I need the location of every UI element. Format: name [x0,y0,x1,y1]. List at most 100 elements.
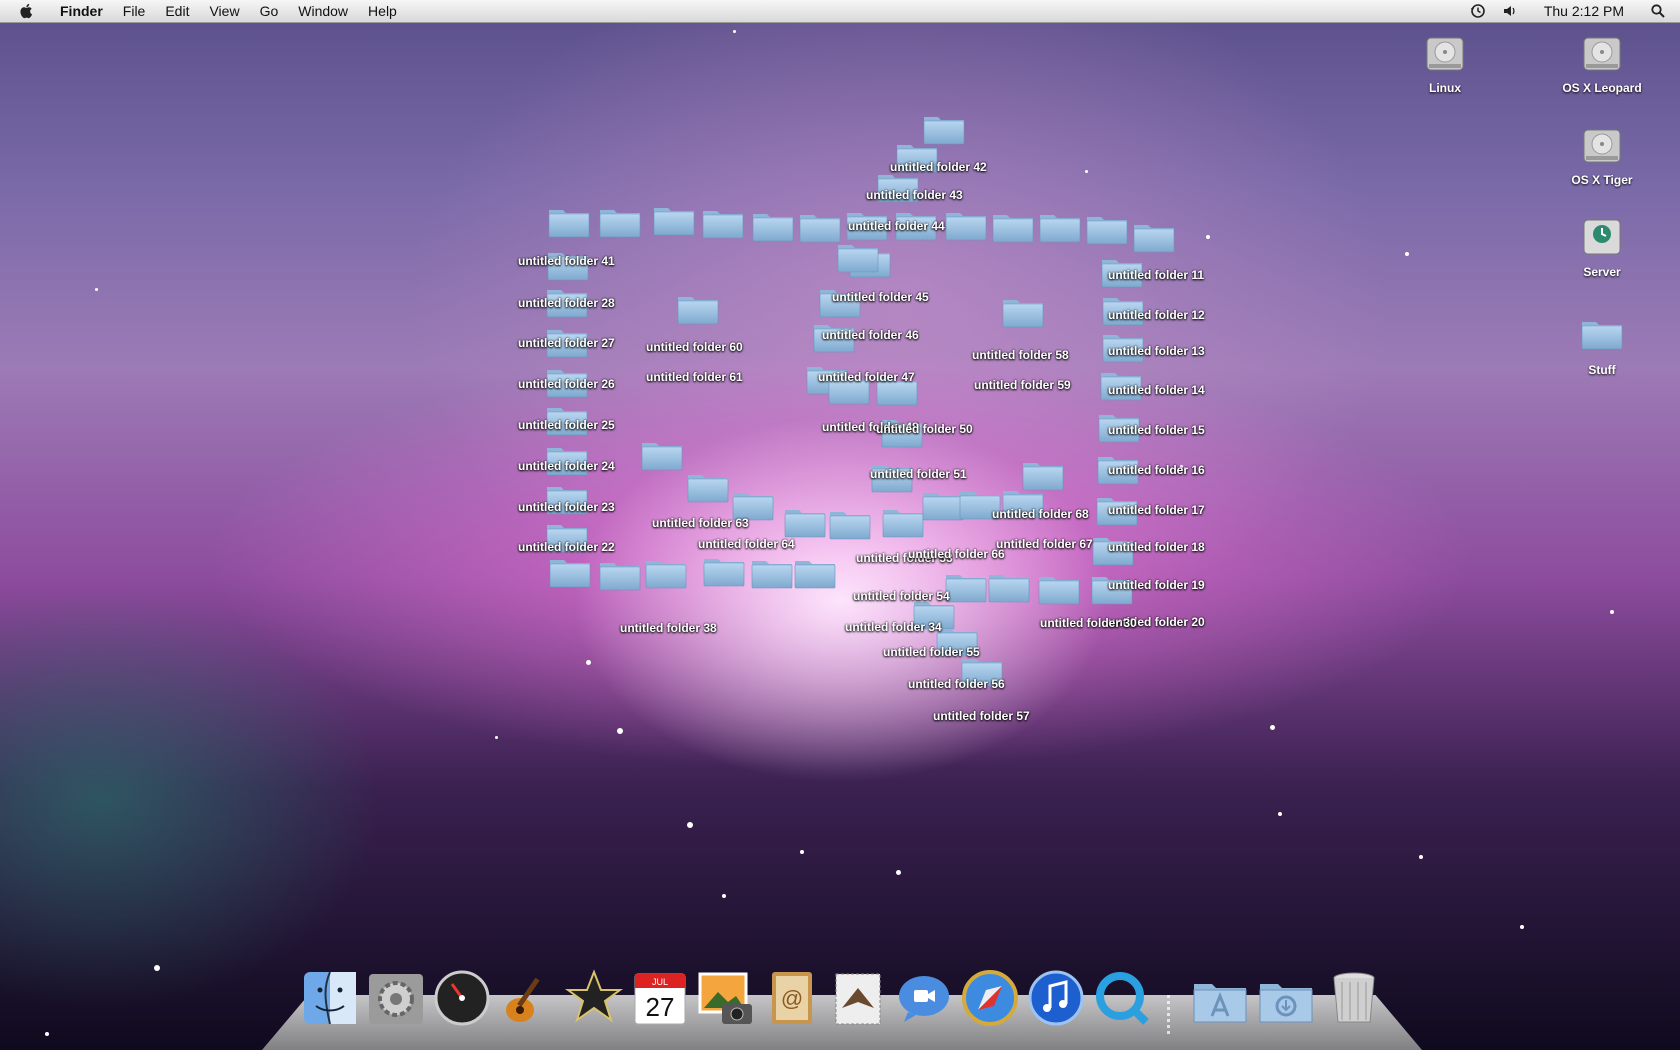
menu-view[interactable]: View [199,3,249,19]
folder-label: untitled folder 41 [518,254,615,268]
folder-label: untitled folder 44 [848,219,945,233]
folder-label: untitled folder 63 [652,516,749,530]
folder-label: untitled folder 14 [1108,383,1205,397]
folder-label: untitled folder 51 [870,467,967,481]
folder-icon[interactable] [547,205,591,239]
folder-icon[interactable] [702,554,746,588]
folder-icon[interactable] [644,556,688,590]
dashboard-icon [434,970,490,1026]
drive-label: Linux [1429,81,1461,95]
folder-icon[interactable] [598,205,642,239]
dock-imovie[interactable] [564,968,624,1028]
dock-dashboard[interactable] [432,968,492,1028]
ichat-icon [899,976,949,1022]
hard-drive-icon [1426,37,1464,71]
folder-label: untitled folder 24 [518,459,615,473]
folder-icon[interactable] [783,505,827,539]
folder-label: untitled folder 12 [1108,308,1205,322]
dock-iphoto[interactable] [696,968,756,1028]
folder-icon[interactable] [798,210,842,244]
folder-icon[interactable] [652,203,696,237]
drive-osx-leopard[interactable]: OS X Leopard [1542,30,1662,95]
folder-label: untitled folder 47 [818,370,915,384]
apple-logo-icon[interactable] [18,2,36,20]
dock-quicktime[interactable] [1092,968,1152,1028]
menu-bar: Finder File Edit View Go Window Help Thu… [0,0,1680,23]
folder-label: untitled folder 67 [996,537,1093,551]
folder-icon[interactable] [686,470,730,504]
folder-icon[interactable] [987,570,1031,604]
dock-ichat[interactable] [894,968,954,1028]
spotlight-search-icon[interactable] [1650,3,1666,19]
dock-itunes[interactable] [1026,968,1086,1028]
folder-label: untitled folder 30 [1040,616,1137,630]
menu-file[interactable]: File [113,3,156,19]
dock-mail[interactable] [828,968,888,1028]
dock-trash[interactable] [1324,968,1384,1028]
menu-go[interactable]: Go [250,3,289,19]
folder-icon[interactable] [1038,210,1082,244]
folder-icon[interactable] [1037,572,1081,606]
folder-icon[interactable] [598,558,642,592]
folder-icon[interactable] [944,208,988,242]
folder-icon[interactable] [991,210,1035,244]
dock-finder[interactable] [300,968,360,1028]
folder-label: untitled folder 22 [518,540,615,554]
dock-applications-folder[interactable] [1190,968,1250,1028]
folder-label: untitled folder 56 [908,677,1005,691]
folder-label: untitled folder 15 [1108,423,1205,437]
folder-label: untitled folder 42 [890,160,987,174]
hard-drive-icon [1583,37,1621,71]
folder-label: untitled folder 64 [698,537,795,551]
folder-icon[interactable] [750,556,794,590]
folder-label: untitled folder 11 [1108,268,1205,282]
folder-label: untitled folder 54 [853,589,950,603]
folder-icon[interactable] [751,209,795,243]
folder-icon[interactable] [548,555,592,589]
folder-label: untitled folder 59 [974,378,1071,392]
menu-edit[interactable]: Edit [155,3,199,19]
folder-label: untitled folder 55 [883,645,980,659]
drive-linux[interactable]: Linux [1385,30,1505,95]
folder-label: untitled folder 23 [518,500,615,514]
menu-finder[interactable]: Finder [50,3,113,19]
time-machine-icon[interactable] [1470,3,1486,19]
dock-address-book[interactable]: @ [762,968,822,1028]
svg-text:@: @ [781,986,803,1011]
folder-icon[interactable] [836,240,880,274]
folder-icon[interactable] [1001,295,1045,329]
folder-icon[interactable] [1132,220,1176,254]
address-book-icon: @ [772,972,812,1024]
menu-window[interactable]: Window [288,3,358,19]
drive-label: Server [1583,265,1621,279]
folder-icon[interactable] [640,438,684,472]
volume-icon[interactable] [1502,3,1518,19]
folder-label: untitled folder 46 [822,328,919,342]
folder-icon[interactable] [793,556,837,590]
dock-safari[interactable] [960,968,1020,1028]
drive-label: OS X Leopard [1562,81,1642,95]
dock-downloads-folder[interactable] [1256,968,1316,1028]
drive-label: Stuff [1588,363,1616,377]
folder-icon[interactable] [676,292,720,326]
folder-label: untitled folder 13 [1108,344,1205,358]
dock-system-preferences[interactable] [366,968,426,1028]
folder-label: untitled folder 38 [620,621,717,635]
folder-icon[interactable] [881,505,925,539]
folder-label: untitled folder 26 [518,377,615,391]
dock-garageband[interactable] [498,968,558,1028]
folder-icon[interactable] [1021,458,1065,492]
folder-label: untitled folder 66 [908,547,1005,561]
menu-clock[interactable]: Thu 2:12 PM [1534,3,1634,19]
folder-icon[interactable] [1085,212,1129,246]
folder-stuff[interactable]: Stuff [1542,312,1662,377]
folder-icon[interactable] [828,507,872,541]
folder-label: untitled folder 16 [1108,463,1205,477]
folder-label: untitled folder 60 [646,340,743,354]
ical-day: 27 [646,992,675,1022]
menu-help[interactable]: Help [358,3,407,19]
folder-icon[interactable] [701,206,745,240]
dock-ical[interactable]: JUL 27 [630,968,690,1028]
drive-osx-tiger[interactable]: OS X Tiger [1542,122,1662,187]
drive-server[interactable]: Server [1542,214,1662,279]
